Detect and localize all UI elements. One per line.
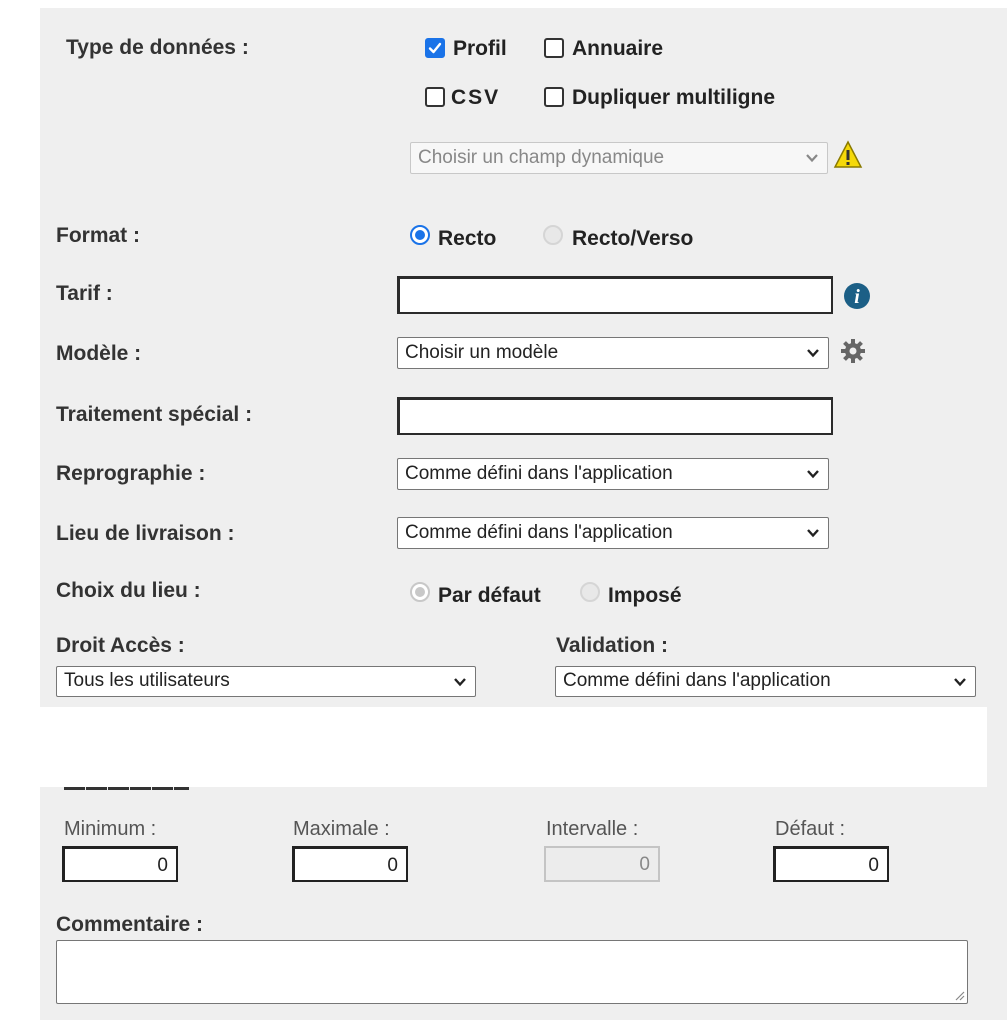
intervalle-label: Intervalle : <box>546 818 639 840</box>
traitement-label: Traitement spécial : <box>56 403 253 426</box>
droit-acces-value: Tous les utilisateurs <box>64 670 230 691</box>
maximale-label: Maximale : <box>293 818 390 840</box>
par-defaut-label[interactable]: Par défaut <box>438 584 541 608</box>
chevron-down-icon <box>454 678 466 687</box>
maximale-input[interactable]: 0 <box>292 846 408 882</box>
minimum-value: 0 <box>157 855 168 876</box>
modele-select[interactable]: Choisir un modèle <box>397 337 829 369</box>
defaut-label: Défaut : <box>775 818 846 840</box>
annuaire-label[interactable]: Annuaire <box>572 37 663 61</box>
minimum-input[interactable]: 0 <box>62 846 178 882</box>
droit-acces-label: Droit Accès : <box>56 634 185 657</box>
svg-text:i: i <box>854 286 860 308</box>
tarif-input[interactable] <box>397 276 833 314</box>
traitement-input[interactable] <box>397 397 833 435</box>
minimum-label: Minimum : <box>64 818 157 840</box>
type-donnees-label: Type de données : <box>66 36 249 59</box>
intervalle-value: 0 <box>639 854 650 875</box>
annuaire-checkbox[interactable] <box>544 38 564 58</box>
defaut-value: 0 <box>868 855 879 876</box>
impose-radio[interactable] <box>580 582 600 602</box>
resize-handle-icon[interactable] <box>953 989 965 1001</box>
check-icon <box>428 42 442 54</box>
validation-label: Validation : <box>556 634 669 657</box>
tarif-label: Tarif : <box>56 282 113 305</box>
dupliquer-label[interactable]: Dupliquer multiligne <box>572 86 775 110</box>
recto-label[interactable]: Recto <box>438 227 496 251</box>
commentaire-textarea[interactable] <box>56 940 968 1004</box>
lieu-livraison-value: Comme défini dans l'application <box>405 522 673 543</box>
warning-icon <box>833 140 863 175</box>
csv-label[interactable]: CSV <box>451 86 500 110</box>
reprographie-value: Comme défini dans l'application <box>405 463 673 484</box>
modele-value: Choisir un modèle <box>405 342 559 363</box>
chevron-down-icon <box>806 154 818 163</box>
csv-checkbox[interactable] <box>425 87 445 107</box>
chevron-down-icon <box>807 470 819 479</box>
recto-verso-radio[interactable] <box>543 225 563 245</box>
champ-dynamique-value: Choisir un champ dynamique <box>418 147 665 168</box>
chevron-down-icon <box>807 529 819 538</box>
dupliquer-checkbox[interactable] <box>544 87 564 107</box>
lieu-livraison-select[interactable]: Comme défini dans l'application <box>397 517 829 549</box>
format-label: Format : <box>56 224 140 247</box>
recto-radio[interactable] <box>410 225 430 245</box>
chevron-down-icon <box>807 349 819 358</box>
intervalle-input[interactable]: 0 <box>544 846 660 882</box>
droit-acces-select[interactable]: Tous les utilisateurs <box>56 666 476 697</box>
info-icon[interactable]: i <box>842 281 872 316</box>
reprographie-label: Reprographie : <box>56 462 206 485</box>
validation-select[interactable]: Comme défini dans l'application <box>555 666 976 697</box>
maximale-value: 0 <box>387 855 398 876</box>
impose-label[interactable]: Imposé <box>608 584 682 608</box>
recto-verso-label[interactable]: Recto/Verso <box>572 227 693 251</box>
gear-icon[interactable] <box>840 338 866 369</box>
choix-lieu-label: Choix du lieu : <box>56 579 201 602</box>
par-defaut-radio[interactable] <box>410 582 430 602</box>
defaut-input[interactable]: 0 <box>773 846 889 882</box>
champ-dynamique-select[interactable]: Choisir un champ dynamique <box>410 142 828 174</box>
overlay-band <box>40 707 987 787</box>
chevron-down-icon <box>954 678 966 687</box>
reprographie-select[interactable]: Comme défini dans l'application <box>397 458 829 490</box>
lieu-livraison-label: Lieu de livraison : <box>56 522 235 545</box>
profil-label[interactable]: Profil <box>453 37 507 61</box>
profil-checkbox[interactable] <box>425 38 445 58</box>
hidden-heading-fragment: ▬▬▬▬▬▬ <box>64 787 189 793</box>
commentaire-label: Commentaire : <box>56 913 204 936</box>
modele-label: Modèle : <box>56 342 142 365</box>
validation-value: Comme défini dans l'application <box>563 670 831 691</box>
